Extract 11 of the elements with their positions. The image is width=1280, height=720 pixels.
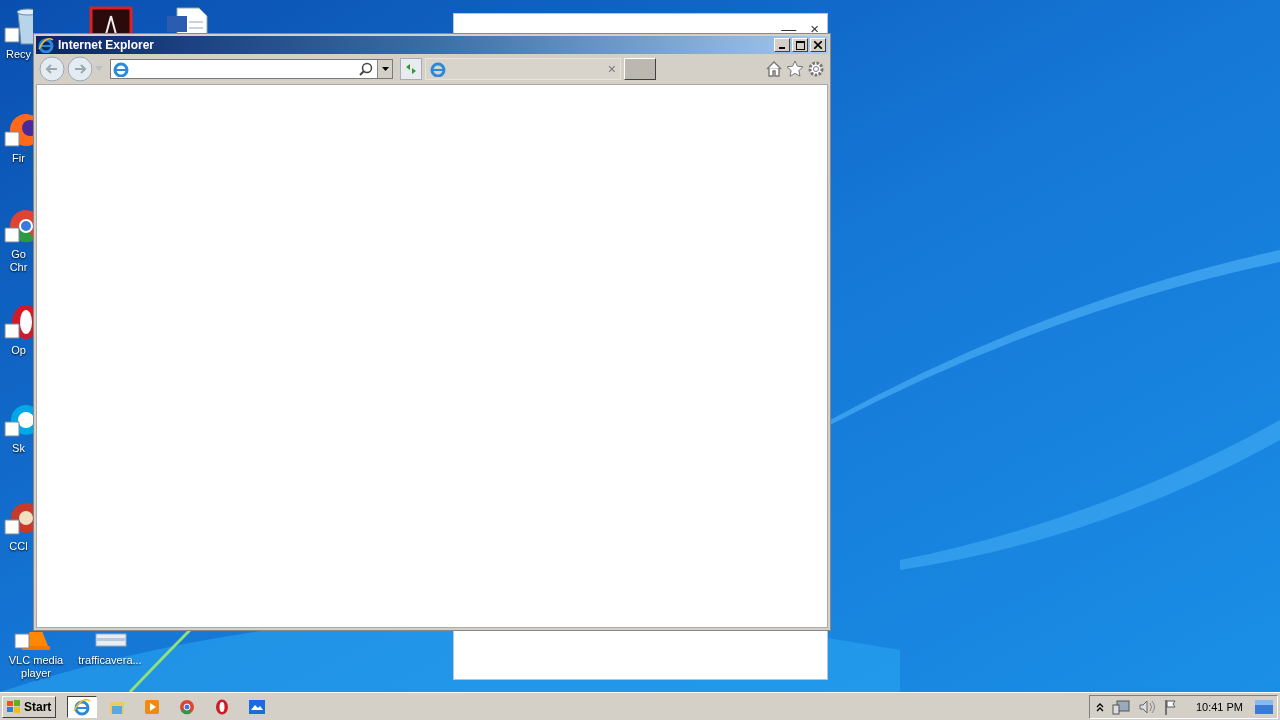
- window-title: Internet Explorer: [58, 38, 155, 52]
- icon-label: Recy: [5, 48, 32, 61]
- icon-label: Fir: [12, 152, 25, 165]
- icon-label: Sk: [12, 442, 25, 455]
- icon-label: trafficavera...: [78, 654, 142, 667]
- icon-label: Op: [11, 344, 26, 357]
- icon-label: VLC media player: [7, 654, 65, 680]
- clock[interactable]: 10:41 PM: [1195, 700, 1243, 713]
- icon-label: Go Chr: [8, 248, 29, 274]
- start-button[interactable]: Start: [2, 695, 57, 718]
- icon-label: CCl: [9, 540, 28, 553]
